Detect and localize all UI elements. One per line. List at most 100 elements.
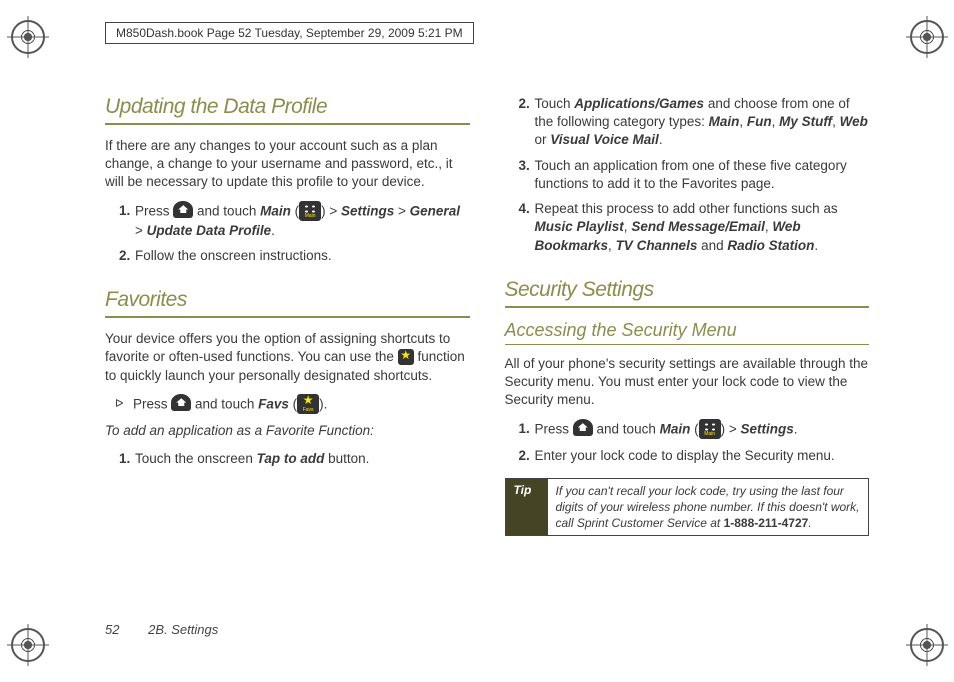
cat-main: Main	[709, 114, 740, 129]
fn-radio: Radio Station	[727, 238, 814, 253]
step-number: 2.	[119, 247, 135, 265]
step-number: 1.	[119, 450, 135, 468]
text: To add an application as a Favorite Func…	[105, 423, 374, 438]
text: ) >	[321, 203, 341, 218]
sec-step-1: 1. Press and touch Main () > Settings.	[505, 420, 870, 440]
step-3-fav: 3. Touch an application from one of thes…	[505, 157, 870, 193]
text: ) >	[721, 421, 741, 436]
security-intro: All of your phone's security settings ar…	[505, 355, 870, 410]
favorites-intro: Your device offers you the option of ass…	[105, 330, 470, 385]
crop-mark-icon	[910, 20, 944, 54]
step-number: 2.	[519, 447, 535, 465]
text: .	[794, 421, 798, 436]
home-icon	[173, 201, 193, 218]
page-footer: 52 2B. Settings	[105, 622, 218, 637]
fn-tv: TV Channels	[616, 238, 698, 253]
doc-header: M850Dash.book Page 52 Tuesday, September…	[105, 22, 474, 44]
text: Touch the onscreen	[135, 451, 257, 466]
home-icon	[171, 394, 191, 411]
step-number: 2.	[519, 95, 535, 150]
text: Touch an application from one of these f…	[535, 157, 870, 193]
bullet-item: ᐅ Press and touch Favs ().	[105, 395, 470, 415]
favs-icon	[297, 394, 319, 414]
text: and touch	[197, 203, 260, 218]
intro-text: If there are any changes to your account…	[105, 137, 470, 192]
tap-to-add: Tap to add	[257, 451, 325, 466]
home-icon	[573, 419, 593, 436]
page-number: 52	[105, 622, 119, 637]
text: Repeat this process to add other functio…	[535, 201, 838, 216]
text: >	[135, 223, 147, 238]
right-column: 2. Touch Applications/Games and choose f…	[505, 95, 870, 622]
phone-number: 1-888-211-4727	[724, 516, 809, 530]
step-1: 1. Press and touch Main () > Settings > …	[105, 202, 470, 240]
fn-music: Music Playlist	[535, 219, 624, 234]
apps-games: Applications/Games	[574, 96, 704, 111]
text: ).	[319, 396, 327, 411]
text: and touch	[597, 421, 660, 436]
text: or	[535, 132, 551, 147]
cat-vvm: Visual Voice Mail	[550, 132, 659, 147]
menu-settings: Settings	[341, 203, 394, 218]
text: and	[697, 238, 727, 253]
step-number: 1.	[119, 202, 135, 240]
crop-mark-icon	[11, 20, 45, 54]
divider	[105, 316, 470, 318]
text: .	[659, 132, 663, 147]
text: ,	[608, 238, 616, 253]
arrow-icon: ᐅ	[115, 395, 133, 415]
text: .	[271, 223, 275, 238]
menu-main: Main	[660, 421, 691, 436]
text: Enter your lock code to display the Secu…	[535, 447, 870, 465]
text: .	[808, 516, 811, 530]
left-column: Updating the Data Profile If there are a…	[105, 95, 470, 622]
text: If you can't recall your lock code, try …	[556, 484, 860, 530]
fn-send: Send Message/Email	[631, 219, 765, 234]
tip-body: If you can't recall your lock code, try …	[548, 479, 869, 536]
text: >	[394, 203, 409, 218]
menu-settings: Settings	[741, 421, 794, 436]
favorite-subheading: To add an application as a Favorite Func…	[105, 422, 470, 440]
crop-mark-icon	[910, 628, 944, 662]
text: .	[814, 238, 818, 253]
text: Press	[133, 396, 171, 411]
text: ,	[739, 114, 747, 129]
cat-fun: Fun	[747, 114, 772, 129]
heading-updating-data-profile: Updating the Data Profile	[105, 95, 470, 119]
divider-thin	[505, 344, 870, 345]
step-4-fav: 4. Repeat this process to add other func…	[505, 200, 870, 255]
step-number: 3.	[519, 157, 535, 193]
divider	[105, 123, 470, 125]
heading-favorites: Favorites	[105, 288, 470, 312]
text: Touch	[535, 96, 575, 111]
menu-general: General	[410, 203, 460, 218]
section-label: 2B. Settings	[148, 622, 218, 637]
main-app-icon	[299, 201, 321, 221]
cat-mystuff: My Stuff	[779, 114, 832, 129]
heading-security-settings: Security Settings	[505, 278, 870, 302]
star-icon	[398, 349, 414, 365]
text: button.	[328, 451, 369, 466]
step-number: 4.	[519, 200, 535, 255]
text: and touch	[195, 396, 258, 411]
step-1-fav: 1. Touch the onscreen Tap to add button.	[105, 450, 470, 468]
tip-box: Tip If you can't recall your lock code, …	[505, 478, 870, 537]
menu-update-profile: Update Data Profile	[147, 223, 272, 238]
text: ,	[832, 114, 840, 129]
text: Press	[135, 203, 173, 218]
cat-web: Web	[840, 114, 868, 129]
page-content: Updating the Data Profile If there are a…	[105, 95, 869, 622]
crop-mark-icon	[11, 628, 45, 662]
step-number: 1.	[519, 420, 535, 440]
tip-label: Tip	[506, 479, 548, 536]
divider	[505, 306, 870, 308]
menu-favs: Favs	[258, 396, 289, 411]
sec-step-2: 2. Enter your lock code to display the S…	[505, 447, 870, 465]
subheading-accessing-security: Accessing the Security Menu	[505, 320, 870, 341]
text: Press	[535, 421, 573, 436]
menu-main: Main	[260, 203, 291, 218]
step-2-fav: 2. Touch Applications/Games and choose f…	[505, 95, 870, 150]
main-app-icon	[699, 419, 721, 439]
text: Follow the onscreen instructions.	[135, 247, 470, 265]
step-2: 2. Follow the onscreen instructions.	[105, 247, 470, 265]
